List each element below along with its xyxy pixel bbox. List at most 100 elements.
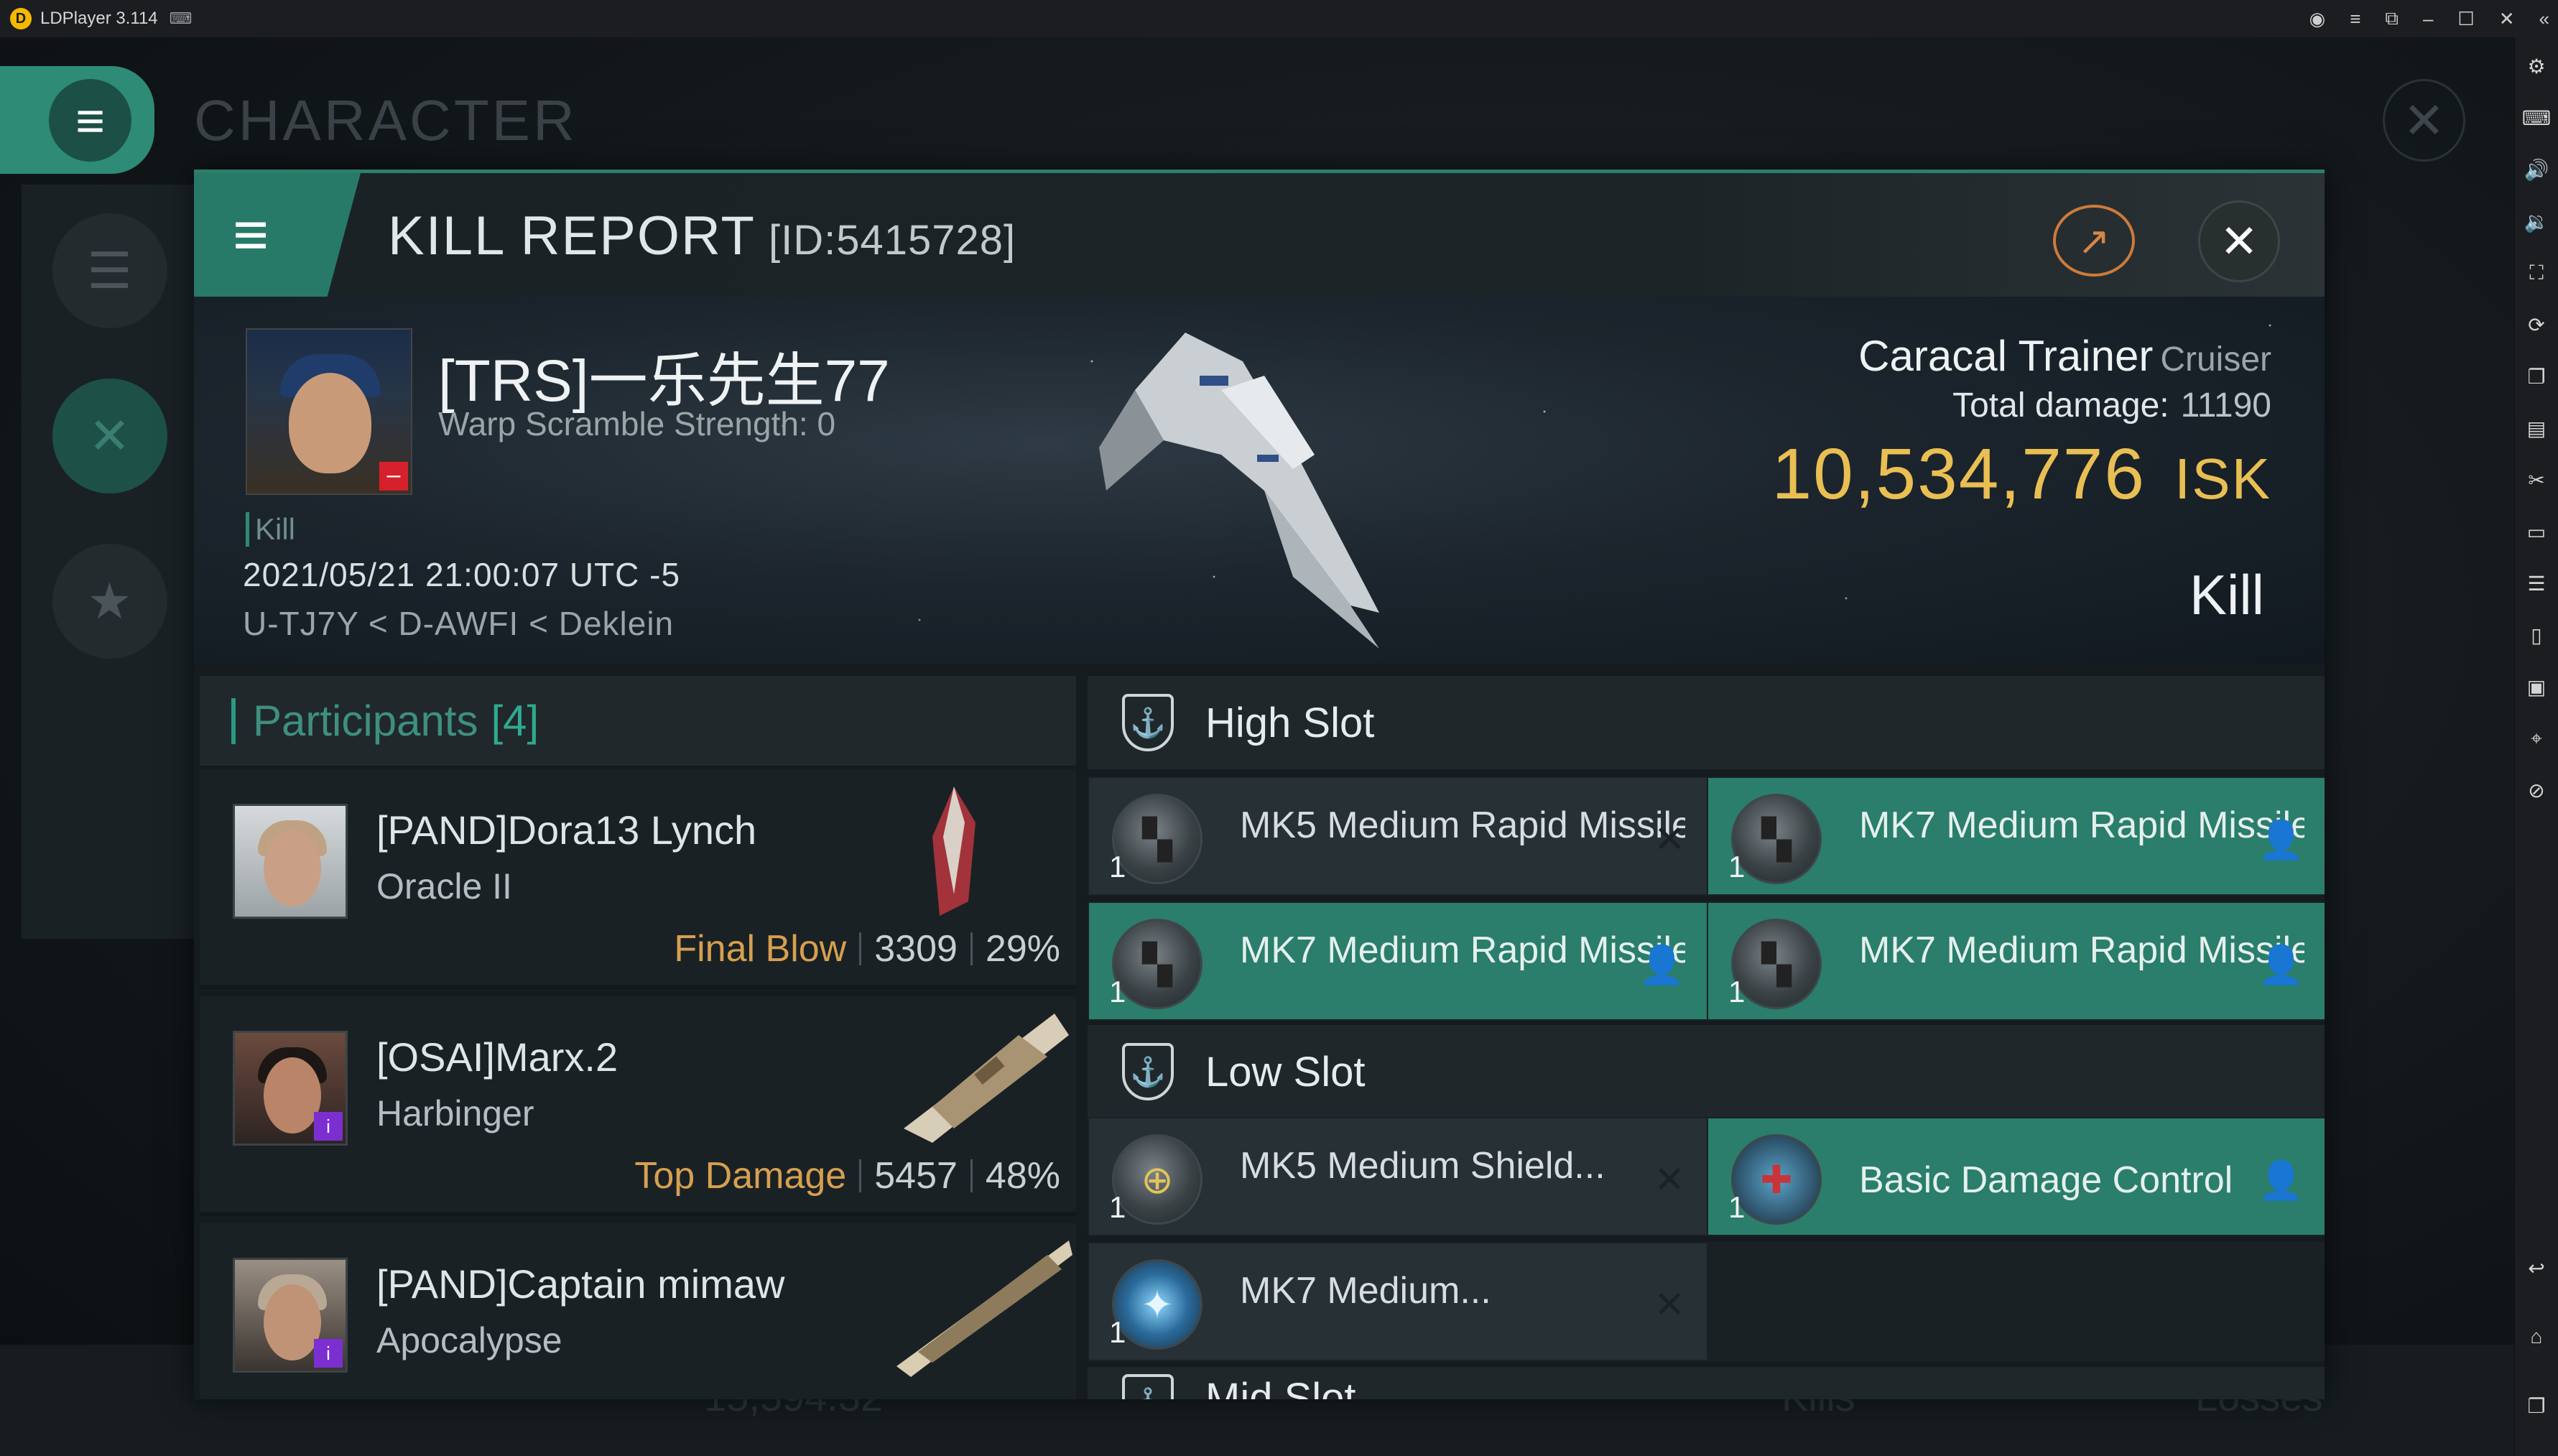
warp-scramble-strength: Warp Scramble Strength: 0 xyxy=(438,405,836,442)
character-close-icon[interactable]: ✕ xyxy=(2383,79,2465,162)
participant-row[interactable]: i [OSAI]Marx.2 Harbinger Top Damage 5457… xyxy=(200,996,1076,1216)
volume-down-icon[interactable]: 🔉 xyxy=(2522,207,2551,236)
participant-name: [PAND]Captain mimaw xyxy=(376,1261,785,1307)
destroyed-x-icon: ✕ xyxy=(1654,1284,1685,1326)
isk-amount: 10,534,776 xyxy=(1771,434,2146,514)
settings-icon[interactable]: ⚙ xyxy=(2522,52,2551,80)
victim-portrait[interactable]: – xyxy=(246,328,412,495)
screenshot-icon[interactable]: ⛶ xyxy=(2522,259,2551,287)
multi-window-icon[interactable]: ⧉ xyxy=(2385,7,2399,30)
high-slot-module[interactable]: ▚ 1 MK7 Medium Rapid Missile... 👤 xyxy=(1707,776,2325,896)
sidebar-list-icon[interactable]: ☰ xyxy=(52,213,167,328)
portrait-face xyxy=(289,373,371,473)
module-name: Basic Damage Control xyxy=(1859,1159,2233,1201)
participant-damage: 5457 xyxy=(874,1155,958,1197)
participant-portrait: i xyxy=(233,1258,348,1373)
participants-count: [4] xyxy=(491,697,539,745)
maximize-icon[interactable]: ☐ xyxy=(2457,8,2474,30)
participant-row[interactable]: i [PAND]Captain mimaw Apocalypse xyxy=(200,1223,1076,1399)
header-accent-bar xyxy=(231,697,236,744)
low-slot-header: ⚓ Low Slot xyxy=(1088,1025,2325,1118)
dialog-menu-icon[interactable]: ≡ xyxy=(194,173,361,297)
destroyed-x-icon: ✕ xyxy=(1654,1159,1685,1201)
dropped-person-icon: 👤 xyxy=(2258,1160,2304,1202)
result-label: Kill xyxy=(2189,563,2264,626)
participant-ship: Oracle II xyxy=(376,866,512,906)
emulator-titlebar: D LDPlayer 3.114 ⌨ ◉ ≡ ⧉ – ☐ ✕ « xyxy=(0,0,2558,37)
location-icon[interactable]: ⌖ xyxy=(2522,724,2551,753)
low-slot-module[interactable]: ✚ 1 Basic Damage Control 👤 xyxy=(1707,1117,2325,1236)
sidebar-star-icon[interactable]: ★ xyxy=(52,544,167,659)
operation-icon[interactable]: ☰ xyxy=(2522,569,2551,598)
participant-stats: Top Damage 5457 48% xyxy=(634,1154,1060,1197)
participant-role: Top Damage xyxy=(634,1155,847,1197)
rotate-icon[interactable]: ⟳ xyxy=(2522,310,2551,339)
mid-slot-label: Mid Slot xyxy=(1205,1375,1356,1399)
scissors-icon[interactable]: ✂ xyxy=(2522,465,2551,494)
participant-damage: 3309 xyxy=(874,928,958,970)
minimize-icon[interactable]: – xyxy=(2423,8,2433,30)
participant-row[interactable]: [PAND]Dora13 Lynch Oracle II Final Blow … xyxy=(200,769,1076,989)
ship-class: Cruiser xyxy=(2160,340,2271,379)
oracle-ship-image xyxy=(932,787,976,916)
module-name: MK5 Medium Rapid Missile... xyxy=(1240,804,1685,846)
participant-ship: Harbinger xyxy=(376,1093,534,1133)
record-icon[interactable]: ▭ xyxy=(2522,517,2551,546)
portrait-face xyxy=(264,1284,321,1360)
participants-header[interactable]: Participants [4] xyxy=(200,676,1076,766)
character-heading: CHARACTER xyxy=(194,88,578,152)
sync-icon[interactable]: ▣ xyxy=(2522,672,2551,701)
account-icon[interactable]: ◉ xyxy=(2309,8,2326,30)
ship-name-text: Caracal Trainer xyxy=(1858,332,2154,380)
shake-icon[interactable]: ▯ xyxy=(2522,621,2551,649)
participant-stats: Final Blow 3309 29% xyxy=(674,927,1060,970)
high-slot-module[interactable]: ▚ 1 MK7 Medium Rapid Missile... 👤 xyxy=(1707,901,2325,1021)
high-slot-module[interactable]: ▚ 1 MK7 Medium Rapid Missile... 👤 xyxy=(1088,901,1708,1021)
hostile-badge-icon: – xyxy=(379,462,408,491)
apk-icon[interactable]: ▤ xyxy=(2522,414,2551,442)
share-icon[interactable]: ↗ xyxy=(2053,205,2135,277)
home-icon[interactable]: ⌂ xyxy=(2522,1322,2551,1351)
module-name: MK7 Medium Rapid Missile... xyxy=(1240,929,1685,971)
dropped-person-icon: 👤 xyxy=(1639,945,1685,986)
recents-icon[interactable]: ❐ xyxy=(2522,1391,2551,1420)
participant-role: Final Blow xyxy=(674,928,847,970)
victim-ship-name[interactable]: Caracal Trainer Cruiser xyxy=(1858,331,2271,381)
volume-up-icon[interactable]: 🔊 xyxy=(2522,155,2551,184)
gamepad-icon[interactable]: ⌨ xyxy=(170,9,193,28)
participant-percent: 29% xyxy=(985,928,1060,970)
close-icon[interactable]: ✕ xyxy=(2198,200,2280,282)
game-viewport: ≡ CHARACTER ✕ ☰ ✕ ★ 15,594.32 Kills Loss… xyxy=(0,37,2514,1456)
close-window-icon[interactable]: ✕ xyxy=(2499,8,2515,30)
module-quantity: 1 xyxy=(1109,850,1126,884)
kill-tag: Kill xyxy=(246,512,295,547)
low-slot-module[interactable]: ✦ 1 MK7 Medium... ✕ xyxy=(1088,1242,1708,1361)
victim-ship-image[interactable] xyxy=(1078,304,1451,656)
collapse-sidebar-icon[interactable]: « xyxy=(2539,8,2549,30)
low-slot-icon: ⚓ xyxy=(1122,1043,1174,1100)
menu-icon[interactable]: ≡ xyxy=(2350,8,2360,30)
portrait-face xyxy=(264,830,321,906)
corp-badge-icon: i xyxy=(314,1339,343,1368)
module-quantity: 1 xyxy=(1109,975,1126,1008)
back-icon[interactable]: ↩ xyxy=(2522,1253,2551,1282)
total-damage-label: Total damage: xyxy=(1952,386,2169,425)
mid-slot-header: ⚓ Mid Slot xyxy=(1088,1367,2325,1399)
ldplayer-logo-icon: D xyxy=(10,8,32,29)
participant-name: [OSAI]Marx.2 xyxy=(376,1034,618,1080)
character-sidebar: ☰ ✕ ★ xyxy=(22,185,198,939)
kill-report-dialog: ≡ KILL REPORT [ID:5415728] ↗ ✕ – [TRS]一乐先… xyxy=(194,170,2325,1399)
kill-location[interactable]: U-TJ7Y < D-AWFI < Deklein xyxy=(243,604,674,643)
victim-banner: – [TRS]一乐先生77 Warp Scramble Strength: 0 … xyxy=(194,297,2325,664)
total-damage-value: 11190 xyxy=(2180,386,2271,425)
low-slot-module[interactable]: ⊕ 1 MK5 Medium Shield... ✕ xyxy=(1088,1117,1708,1236)
high-slot-module[interactable]: ▚ 1 MK5 Medium Rapid Missile... ✕ xyxy=(1088,776,1708,896)
main-menu-button[interactable]: ≡ xyxy=(0,66,154,174)
keyboard-icon[interactable]: ⌨ xyxy=(2522,103,2551,132)
multi-instance-icon[interactable]: ❐ xyxy=(2522,362,2551,391)
participant-portrait xyxy=(233,804,348,919)
low-slot-label: Low Slot xyxy=(1205,1048,1366,1095)
module-quantity: 1 xyxy=(1109,1315,1126,1349)
erase-icon[interactable]: ⊘ xyxy=(2522,776,2551,804)
sidebar-combat-icon[interactable]: ✕ xyxy=(52,379,167,493)
